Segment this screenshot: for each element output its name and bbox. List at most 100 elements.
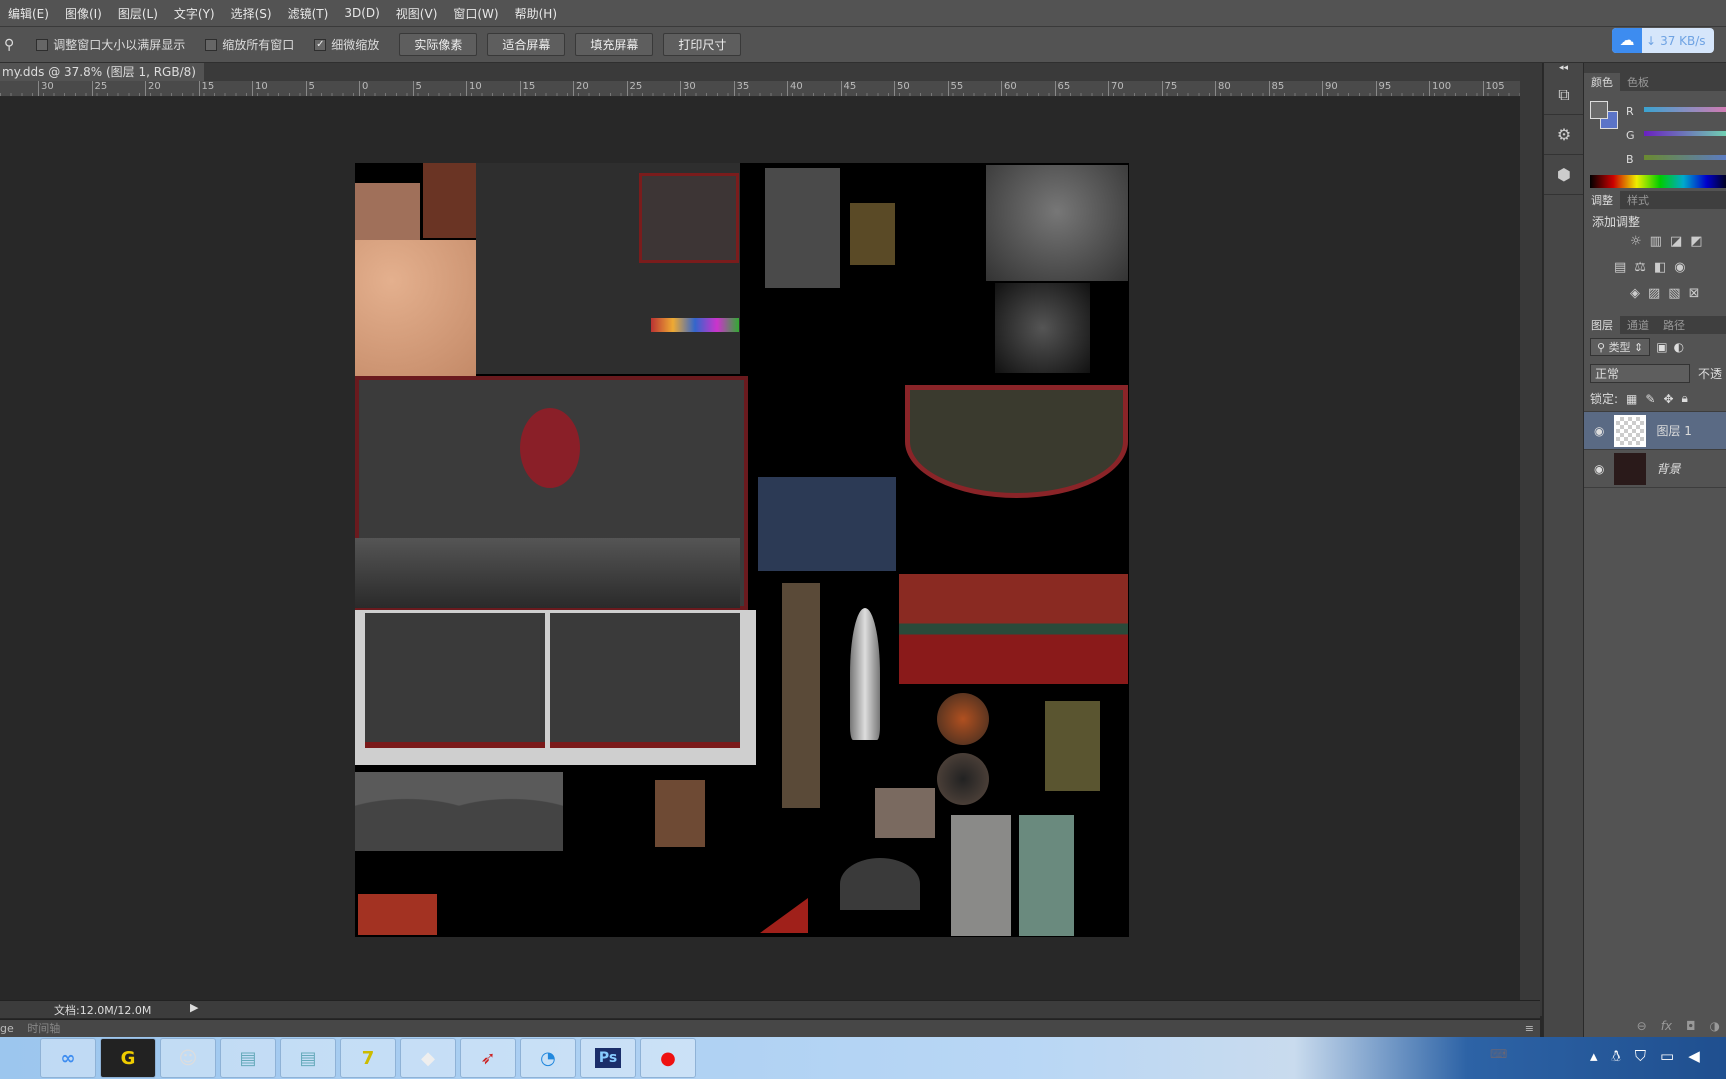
color-spectrum-bar[interactable] (1590, 175, 1726, 188)
lock-transparent-icon[interactable]: ▦ (1626, 392, 1637, 406)
tab-layers[interactable]: 图层 (1584, 316, 1620, 334)
menu-layer[interactable]: 图层(L) (110, 5, 166, 22)
fx-icon[interactable]: fx (1661, 1019, 1672, 1033)
layers-footer: ⊖ fx ◘ ◑ (1584, 1015, 1726, 1037)
print-size-button[interactable]: 打印尺寸 (663, 33, 742, 56)
taskbar-7-app[interactable]: 7 (340, 1038, 396, 1078)
layer-row-background[interactable]: ◉ 背景 (1584, 450, 1726, 488)
menu-3d[interactable]: 3D(D) (336, 6, 387, 20)
taskbar-recorder[interactable]: ● (640, 1038, 696, 1078)
layer-filter-select[interactable]: ⚲ 类型 ⇕ (1590, 338, 1651, 356)
black-white-icon[interactable]: ◧ (1654, 260, 1666, 286)
menu-type[interactable]: 文字(Y) (166, 5, 223, 22)
link-layers-icon[interactable]: ⊖ (1637, 1019, 1647, 1033)
texture-atlas-image[interactable] (355, 163, 1129, 937)
scrubby-zoom-checkbox[interactable]: ✓ 细微缩放 (314, 36, 379, 53)
3d-properties-icon[interactable]: ⚙ (1544, 115, 1584, 155)
curves-icon[interactable]: ◪ (1670, 234, 1682, 260)
volume-icon[interactable]: ◀ (1688, 1047, 1700, 1067)
taskbar-baidu-netdisk[interactable]: ∞ (40, 1038, 96, 1078)
zoom-all-windows-checkbox[interactable]: 缩放所有窗口 (205, 36, 294, 53)
color-balance-icon[interactable]: ⚖ (1634, 260, 1646, 286)
b-slider[interactable] (1644, 155, 1726, 160)
layer-name[interactable]: 背景 (1656, 460, 1680, 477)
exposure-icon[interactable]: ◩ (1690, 234, 1702, 260)
photo-filter-icon[interactable]: ◉ (1674, 260, 1685, 286)
adjustment-filter-icon[interactable]: ◐ (1674, 340, 1684, 354)
lock-all-icon[interactable]: 🔒︎ (1682, 391, 1688, 406)
checkbox-box[interactable] (36, 38, 49, 51)
panel-tab-fragment[interactable]: ge (0, 1022, 14, 1035)
qq-icon[interactable]: 🐧︎ (1612, 1047, 1621, 1067)
blue-cloth-block (758, 477, 896, 571)
security-shield-icon[interactable]: ⛉ (1635, 1047, 1646, 1067)
helmet-domes (355, 772, 563, 851)
zoom-tool-icon[interactable]: ⚲ (4, 37, 14, 53)
history-icon[interactable]: ⧉ (1544, 75, 1584, 115)
fill-screen-button[interactable]: 填充屏幕 (575, 33, 654, 56)
menu-view[interactable]: 视图(V) (388, 5, 446, 22)
g-slider[interactable] (1644, 131, 1726, 136)
taskbar-g-app[interactable]: G (100, 1038, 156, 1078)
tray-expand-icon[interactable]: ▴ (1590, 1047, 1598, 1067)
vibrance-icon[interactable]: ▤ (1614, 260, 1626, 286)
taskbar-notepad[interactable]: ▤ (220, 1038, 276, 1078)
keyboard-icon[interactable]: ⌨ (1490, 1047, 1507, 1061)
tab-adjustments[interactable]: 调整 (1584, 191, 1620, 209)
brightness-icon[interactable]: ☼ (1630, 234, 1642, 260)
foreground-color-swatch[interactable] (1590, 101, 1608, 119)
lock-paint-icon[interactable]: ✎ (1645, 392, 1655, 406)
tab-styles[interactable]: 样式 (1620, 191, 1656, 209)
posterize-icon[interactable]: ▨ (1648, 286, 1660, 316)
checkbox-box[interactable] (205, 38, 218, 51)
status-menu-arrow-icon[interactable]: ▶ (190, 1001, 198, 1014)
visibility-eye-icon[interactable]: ◉ (1594, 462, 1604, 476)
taskbar-milk-app[interactable]: ◆ (400, 1038, 456, 1078)
tab-swatches[interactable]: 色板 (1620, 73, 1656, 91)
taskbar-photoshop[interactable]: Ps (580, 1038, 636, 1078)
tab-paths[interactable]: 路径 (1656, 316, 1692, 334)
tab-channels[interactable]: 通道 (1620, 316, 1656, 334)
r-slider[interactable] (1644, 107, 1726, 112)
ruler-tick: 65 (1054, 81, 1070, 96)
new-adjustment-icon[interactable]: ◑ (1710, 1019, 1720, 1033)
menu-filter[interactable]: 滤镜(T) (280, 5, 337, 22)
checkbox-box[interactable]: ✓ (314, 38, 327, 51)
layer-name[interactable]: 图层 1 (1656, 422, 1691, 439)
menu-window[interactable]: 窗口(W) (445, 5, 506, 22)
collapse-panels-icon[interactable]: ◂◂ (1544, 63, 1583, 75)
timeline-tab[interactable]: 时间轴 (27, 1022, 60, 1035)
threshold-icon[interactable]: ▧ (1668, 286, 1680, 316)
invert-icon[interactable]: ◈ (1630, 286, 1640, 316)
checkbox-label: 调整窗口大小以满屏显示 (53, 38, 186, 52)
menu-edit[interactable]: 编辑(E) (0, 5, 57, 22)
add-mask-icon[interactable]: ◘ (1686, 1019, 1696, 1033)
panel-menu-icon[interactable]: ≡ (1525, 1020, 1534, 1037)
netdisk-speed-widget[interactable]: ☁ ↓ 37 KB/s (1612, 28, 1714, 53)
3d-cube-icon[interactable]: ⬢ (1544, 155, 1584, 195)
lock-label: 锁定: (1590, 392, 1619, 406)
fit-screen-button[interactable]: 适合屏幕 (487, 33, 566, 56)
actual-pixels-button[interactable]: 实际像素 (399, 33, 478, 56)
menu-image[interactable]: 图像(I) (57, 5, 110, 22)
levels-icon[interactable]: ▥ (1650, 234, 1662, 260)
round-shield-dark (937, 753, 989, 805)
layer-row-1[interactable]: ◉ 图层 1 (1584, 412, 1726, 450)
blend-mode-select[interactable]: 正常 (1590, 363, 1690, 383)
gradient-map-icon[interactable]: ⊠ (1689, 286, 1700, 316)
menu-help[interactable]: 帮助(H) (507, 5, 565, 22)
resize-windows-checkbox[interactable]: 调整窗口大小以满屏显示 (36, 36, 185, 53)
tab-color[interactable]: 颜色 (1584, 73, 1620, 91)
taskbar-rocket-app[interactable]: ➶ (460, 1038, 516, 1078)
ruler-tick: 55 (947, 81, 963, 96)
taskbar-notepad[interactable]: ▤ (280, 1038, 336, 1078)
taskbar-avatar-app[interactable]: ☺ (160, 1038, 216, 1078)
network-icon[interactable]: ▭ (1660, 1047, 1674, 1067)
taskbar-browser[interactable]: ◔ (520, 1038, 576, 1078)
image-filter-icon[interactable]: ▣ (1656, 340, 1667, 354)
document-tab[interactable]: my.dds @ 37.8% (图层 1, RGB/8) * × (0, 63, 204, 97)
visibility-eye-icon[interactable]: ◉ (1594, 424, 1604, 438)
menu-select[interactable]: 选择(S) (223, 5, 280, 22)
lock-move-icon[interactable]: ✥ (1663, 392, 1673, 406)
vertical-scrollbar[interactable] (1520, 63, 1542, 1016)
